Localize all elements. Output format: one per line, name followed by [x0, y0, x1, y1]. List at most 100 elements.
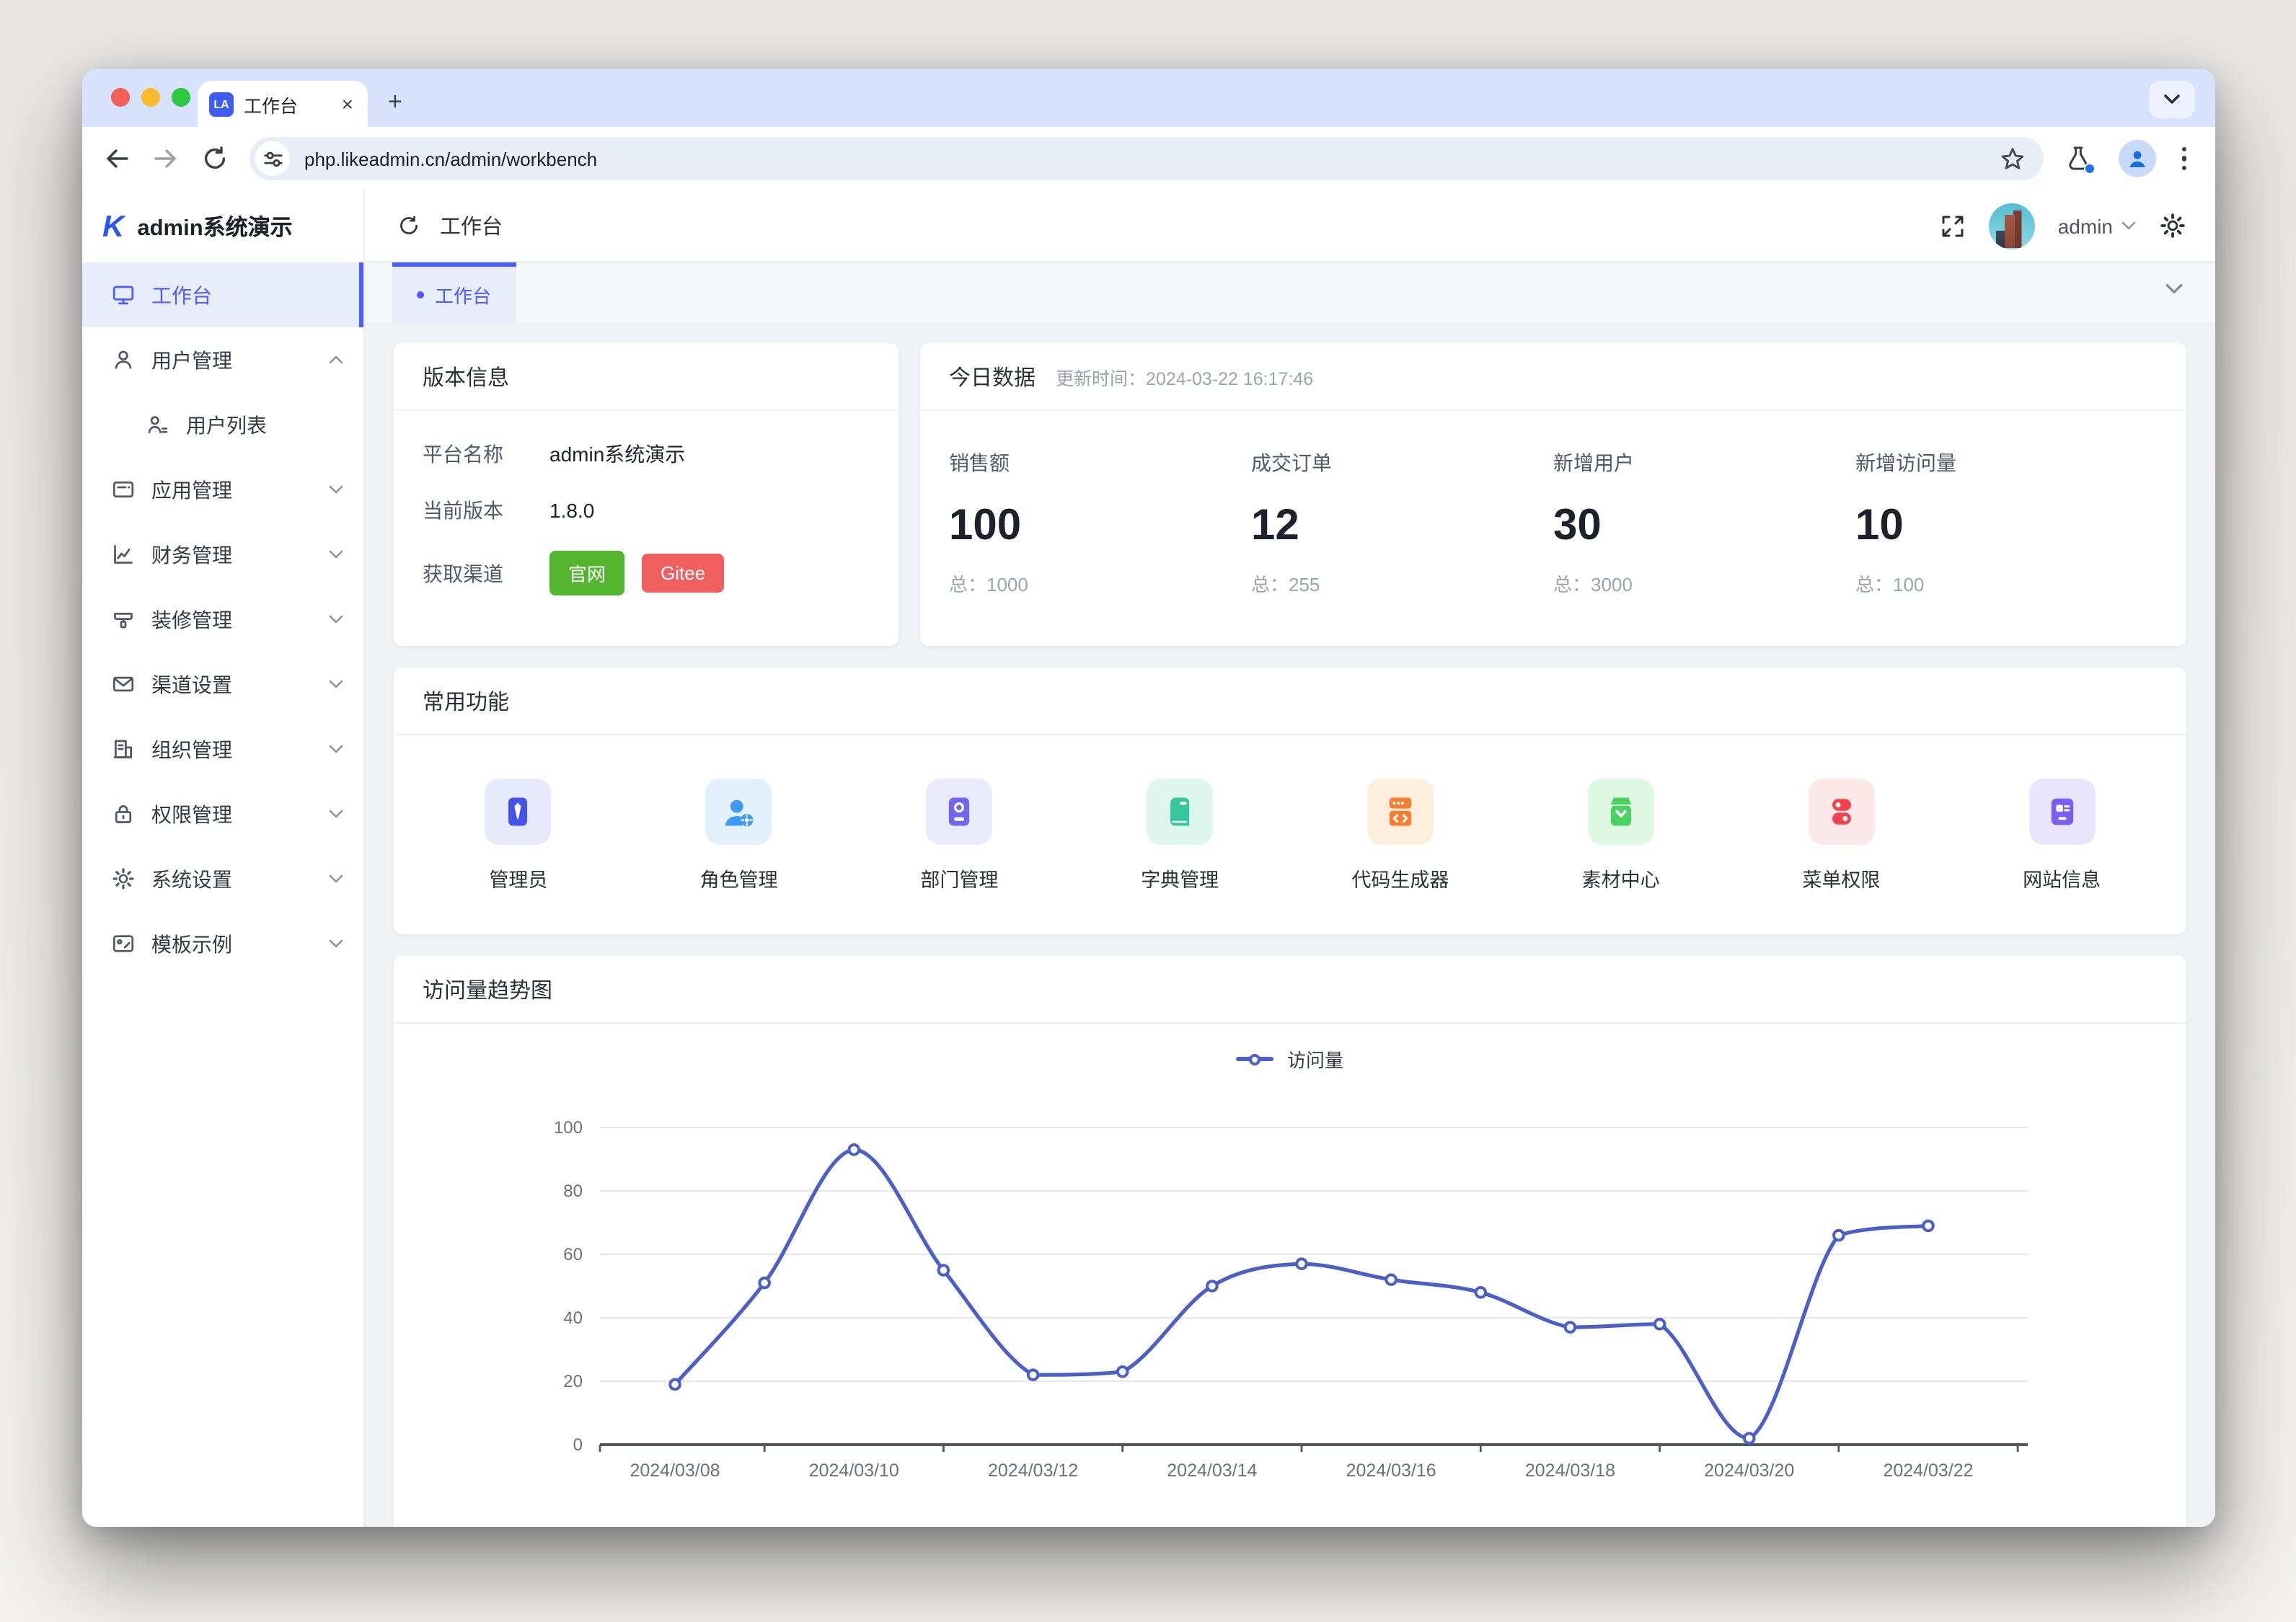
browser-tab-strip: LA 工作台 × +	[82, 69, 2215, 127]
dictionary-book-icon	[1147, 778, 1213, 844]
role-user-gear-icon	[706, 778, 772, 844]
sidebar-item-channel-settings[interactable]: 渠道设置	[82, 652, 363, 717]
website-info-icon	[2028, 778, 2095, 844]
url-text[interactable]: php.likeadmin.cn/admin/workbench	[304, 148, 1984, 169]
sidebar-item-permission-management[interactable]: 权限管理	[82, 781, 363, 846]
user-avatar[interactable]	[1989, 203, 2035, 249]
visits-trend-chart[interactable]: 0204060801002024/03/082024/03/102024/03/…	[394, 1084, 2186, 1495]
page-tab-workbench[interactable]: 工作台	[392, 262, 516, 323]
gear-icon	[111, 867, 136, 891]
sidebar-item-user-management[interactable]: 用户管理	[82, 327, 363, 392]
fullscreen-icon[interactable]	[1940, 213, 1966, 239]
page-tab-label: 工作台	[435, 281, 491, 309]
admin-tie-icon	[485, 778, 552, 844]
chevron-down-icon	[329, 744, 343, 754]
reload-icon[interactable]	[200, 144, 229, 173]
sidebar-item-label: 用户列表	[186, 410, 343, 439]
function-role-management[interactable]: 角色管理	[629, 778, 849, 892]
username: admin	[2058, 214, 2113, 237]
forward-icon[interactable]	[151, 144, 180, 173]
browser-menu-kebab-icon[interactable]	[2181, 147, 2186, 171]
site-settings-icon[interactable]	[255, 141, 290, 176]
chevron-down-icon	[329, 679, 343, 689]
back-icon[interactable]	[102, 144, 131, 173]
mail-icon	[111, 672, 136, 696]
svg-text:2024/03/10: 2024/03/10	[809, 1461, 899, 1481]
template-image-icon	[111, 931, 136, 956]
tab-close-icon[interactable]: ×	[339, 94, 356, 114]
experiments-flask-icon[interactable]	[2063, 144, 2092, 173]
chevron-down-icon	[2121, 221, 2136, 231]
refresh-icon[interactable]	[397, 213, 421, 238]
browser-toolbar: php.likeadmin.cn/admin/workbench	[82, 127, 2215, 190]
bookmark-star-icon[interactable]	[1998, 145, 2026, 172]
zoom-window-button[interactable]	[172, 88, 190, 107]
app-header: 工作台 admin	[365, 190, 2215, 262]
minimize-window-button[interactable]	[141, 88, 160, 107]
department-card-icon	[926, 778, 992, 844]
today-data-card: 今日数据 更新时间：2024-03-22 16:17:46 销售额 100 总：…	[920, 343, 2186, 646]
sidebar-item-label: 用户管理	[151, 345, 313, 374]
sidebar-item-label: 权限管理	[151, 799, 313, 828]
close-window-button[interactable]	[111, 88, 130, 107]
page-tab-bar: 工作台	[365, 262, 2215, 324]
settings-gear-icon[interactable]	[2159, 212, 2186, 239]
chart-legend[interactable]: 访问量	[394, 1045, 2186, 1073]
browser-profile-icon[interactable]	[2118, 140, 2155, 177]
sidebar-item-template-examples[interactable]: 模板示例	[82, 911, 363, 976]
svg-text:2024/03/20: 2024/03/20	[1704, 1461, 1794, 1481]
finance-chart-icon	[111, 542, 136, 567]
card-title: 版本信息	[394, 343, 898, 411]
visits-trend-card: 访问量趋势图 访问量 0204060801002024/03/082024/03…	[394, 956, 2186, 1527]
main-area: 工作台 admin 工作台	[365, 190, 2215, 1527]
username-dropdown[interactable]: admin	[2058, 214, 2136, 237]
current-version-row: 当前版本 1.8.0	[423, 495, 870, 526]
gitee-button[interactable]: Gitee	[642, 554, 724, 593]
svg-text:40: 40	[563, 1308, 583, 1328]
chevron-down-icon	[329, 809, 343, 819]
sidebar-item-finance-management[interactable]: 财务管理	[82, 522, 363, 587]
toolbar-right	[2063, 140, 2195, 177]
function-menu-permissions[interactable]: 菜单权限	[1731, 778, 1952, 892]
function-material-center[interactable]: 素材中心	[1511, 778, 1731, 892]
chevron-down-icon	[329, 614, 343, 624]
chevron-down-icon	[329, 549, 343, 559]
sidebar-item-system-settings[interactable]: 系统设置	[82, 846, 363, 911]
browser-tab[interactable]: LA 工作台 ×	[198, 81, 368, 127]
desktop: LA 工作台 × + php.likeadmin.cn/admin/workbe…	[0, 0, 2296, 1622]
sidebar-item-label: 系统设置	[151, 864, 313, 893]
card-title: 常用功能	[394, 668, 2186, 735]
sidebar-item-workbench[interactable]: 工作台	[82, 262, 363, 327]
chevron-down-icon	[329, 874, 343, 884]
code-generator-icon	[1367, 778, 1434, 844]
svg-text:2024/03/18: 2024/03/18	[1525, 1461, 1615, 1481]
stat-new-users: 新增用户 30 总：3000	[1553, 448, 1855, 597]
tabs-more-chevron-icon[interactable]	[2165, 283, 2184, 296]
sidebar-item-app-management[interactable]: 应用管理	[82, 457, 363, 522]
stat-new-visits: 新增访问量 10 总：100	[1855, 448, 2158, 597]
sidebar-item-label: 装修管理	[151, 605, 313, 634]
card-title: 今日数据	[949, 361, 1036, 391]
function-code-generator[interactable]: 代码生成器	[1290, 778, 1511, 892]
function-department-management[interactable]: 部门管理	[849, 778, 1070, 892]
chevron-up-icon	[329, 355, 343, 365]
function-dictionary-management[interactable]: 字典管理	[1069, 778, 1290, 892]
function-website-info[interactable]: 网站信息	[1951, 778, 2172, 892]
tab-search-chevron-icon[interactable]	[2149, 81, 2195, 118]
new-tab-icon[interactable]: +	[388, 88, 402, 117]
sidebar-item-user-list[interactable]: 用户列表	[82, 392, 363, 457]
official-site-button[interactable]: 官网	[549, 551, 624, 595]
tab-favicon: LA	[209, 92, 234, 116]
user-list-icon	[146, 412, 170, 437]
address-bar[interactable]: php.likeadmin.cn/admin/workbench	[250, 137, 2043, 180]
chevron-down-icon	[329, 484, 343, 495]
sidebar-item-decoration-management[interactable]: 装修管理	[82, 587, 363, 652]
decoration-brush-icon	[111, 607, 136, 631]
chevron-down-icon	[329, 939, 343, 949]
update-time: 更新时间：2024-03-22 16:17:46	[1056, 363, 1313, 390]
function-admin[interactable]: 管理员	[408, 778, 629, 892]
sidebar: K admin系统演示 工作台 用户管理 用户列表	[82, 190, 365, 1527]
app-logo-row[interactable]: K admin系统演示	[82, 190, 363, 262]
sidebar-item-label: 组织管理	[151, 735, 313, 763]
sidebar-item-organization-management[interactable]: 组织管理	[82, 717, 363, 781]
